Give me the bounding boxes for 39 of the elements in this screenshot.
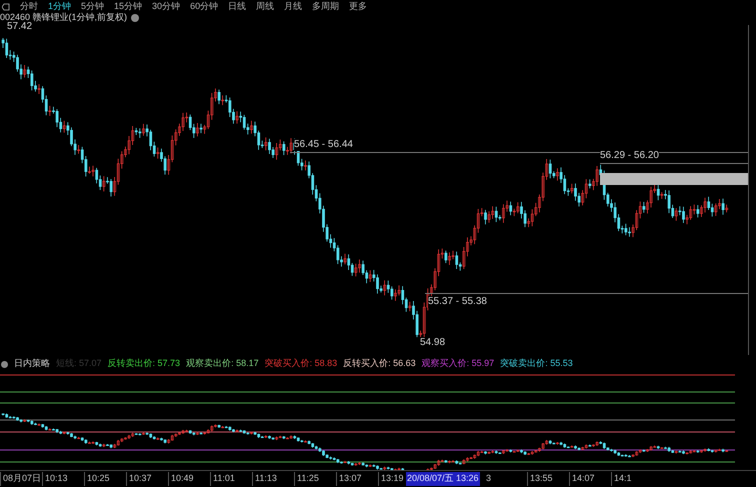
- period-tab[interactable]: 5分钟: [81, 2, 104, 11]
- time-axis-label: 11:25: [294, 472, 336, 486]
- period-tab[interactable]: 60分钟: [190, 2, 218, 11]
- time-axis-label: 10:49: [168, 472, 210, 486]
- indicator-value: 反转卖出价: 57.73: [108, 357, 180, 370]
- cursor-time-label: 20/08/07/五 13:26: [406, 472, 480, 486]
- time-axis-label: 11:01: [210, 472, 252, 486]
- period-tab[interactable]: 日线: [228, 2, 246, 11]
- period-tab[interactable]: 30分钟: [152, 2, 180, 11]
- indicator-value: 反转买入价: 56.63: [343, 357, 416, 370]
- time-axis-label: 13:55: [527, 472, 569, 486]
- time-axis-label: 10:25: [84, 472, 126, 486]
- period-tab[interactable]: 分时: [20, 2, 38, 11]
- price-label: 55.37 - 55.38: [428, 296, 487, 308]
- collapse-icon[interactable]: [1, 360, 8, 368]
- indicator-value: 短线: 57.07: [56, 357, 102, 370]
- back-icon[interactable]: [2, 3, 10, 11]
- price-label: 56.45 - 56.44: [294, 139, 353, 151]
- time-axis-label: 10:13: [42, 472, 84, 486]
- period-tab[interactable]: 更多: [349, 2, 368, 11]
- time-axis-label: 3: [485, 472, 492, 486]
- indicator-value: 突破买入价: 58.83: [264, 357, 338, 370]
- indicator-value: 观察卖出价: 58.17: [186, 357, 259, 370]
- period-tab[interactable]: 1分钟: [48, 2, 72, 11]
- time-axis-label: 13:07: [336, 472, 378, 486]
- settings-icon[interactable]: [131, 14, 140, 22]
- time-axis-label: 14:07: [569, 472, 611, 486]
- time-axis-label: 08月07日: [0, 472, 42, 486]
- period-tab[interactable]: 多周期: [312, 2, 340, 11]
- period-tab[interactable]: 周线: [256, 2, 274, 11]
- time-axis-label: 11:13: [252, 472, 294, 486]
- indicator-name: 日内策略: [14, 357, 50, 370]
- time-axis-label: 14:1: [611, 472, 653, 486]
- period-tab[interactable]: 月线: [284, 2, 302, 11]
- indicator-value: 突破卖出价: 55.53: [500, 357, 573, 370]
- time-axis-label: 10:37: [126, 472, 168, 486]
- indicator-value: 观察买入价: 55.97: [422, 357, 494, 370]
- period-tab[interactable]: 15分钟: [114, 2, 142, 11]
- symbol-title: 002460 赣锋锂业(1分钟,前复权): [0, 11, 128, 22]
